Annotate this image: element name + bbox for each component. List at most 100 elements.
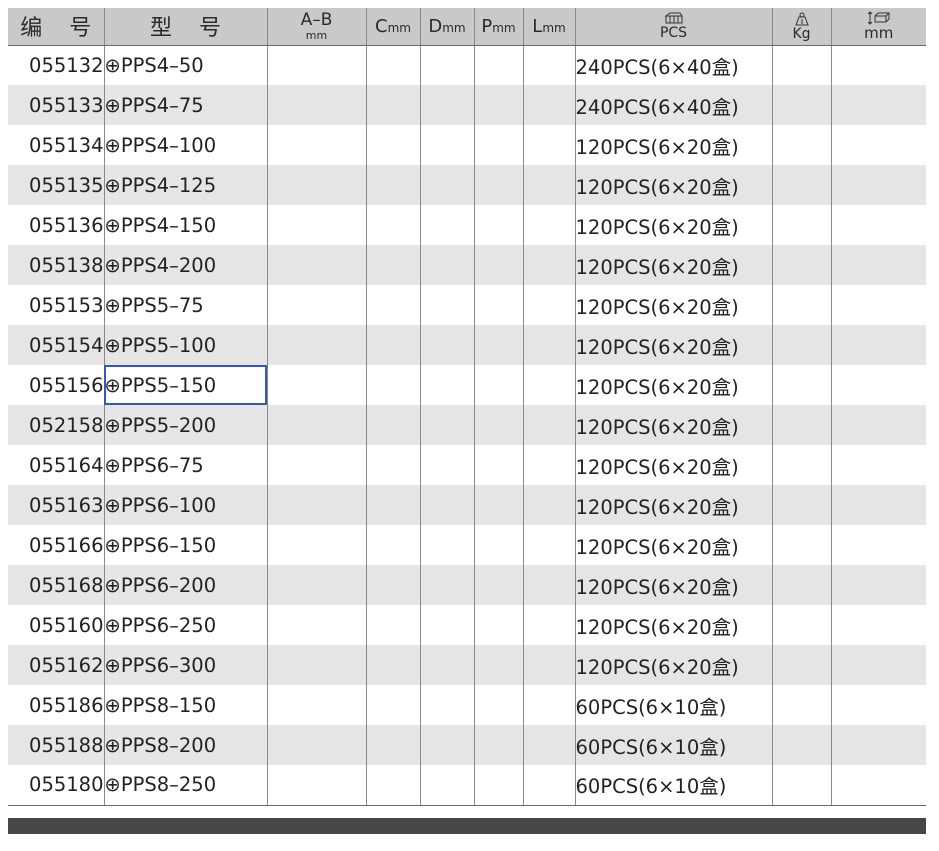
weight-cell[interactable] xyxy=(771,285,832,325)
c-dimension-cell[interactable] xyxy=(365,725,421,765)
ab-cell[interactable] xyxy=(266,565,367,605)
weight-cell[interactable] xyxy=(771,205,832,245)
d-dimension-cell[interactable] xyxy=(419,605,475,645)
d-dimension-cell[interactable] xyxy=(419,765,475,806)
model-cell[interactable]: ⊕PPS4–125 xyxy=(103,165,268,205)
ab-cell[interactable] xyxy=(266,325,367,365)
table-row[interactable]: 055135 ⊕PPS4–125 120PCS(6×20盒) xyxy=(8,165,926,205)
weight-cell[interactable] xyxy=(771,325,832,365)
c-dimension-cell[interactable] xyxy=(365,565,421,605)
l-dimension-cell[interactable] xyxy=(522,725,576,765)
d-dimension-cell[interactable] xyxy=(419,165,475,205)
packing-cell[interactable]: 120PCS(6×20盒) xyxy=(574,485,773,525)
weight-cell[interactable] xyxy=(771,405,832,445)
ab-cell[interactable] xyxy=(266,85,367,125)
product-code-cell[interactable]: 055138 xyxy=(8,245,105,285)
carton-size-cell[interactable] xyxy=(830,85,926,125)
l-dimension-cell[interactable] xyxy=(522,365,576,405)
c-dimension-cell[interactable] xyxy=(365,765,421,806)
d-dimension-cell[interactable] xyxy=(419,365,475,405)
product-code-cell[interactable]: 055160 xyxy=(8,605,105,645)
d-dimension-cell[interactable] xyxy=(419,125,475,165)
packing-cell[interactable]: 120PCS(6×20盒) xyxy=(574,605,773,645)
table-row[interactable]: 055136 ⊕PPS4–150 120PCS(6×20盒) xyxy=(8,205,926,245)
model-cell[interactable]: ⊕PPS4–100 xyxy=(103,125,268,165)
weight-cell[interactable] xyxy=(771,445,832,485)
d-dimension-cell[interactable] xyxy=(419,525,475,565)
header-ab[interactable]: A–B mm xyxy=(266,8,367,46)
carton-size-cell[interactable] xyxy=(830,125,926,165)
p-dimension-cell[interactable] xyxy=(473,205,524,245)
weight-cell[interactable] xyxy=(771,485,832,525)
p-dimension-cell[interactable] xyxy=(473,405,524,445)
c-dimension-cell[interactable] xyxy=(365,85,421,125)
product-code-cell[interactable]: 055156 xyxy=(8,365,105,405)
ab-cell[interactable] xyxy=(266,245,367,285)
header-code[interactable]: 编 号 xyxy=(8,8,105,46)
table-row[interactable]: 055180 ⊕PPS8–250 60PCS(6×10盒) xyxy=(8,765,926,806)
p-dimension-cell[interactable] xyxy=(473,605,524,645)
header-p[interactable]: Pmm xyxy=(473,8,524,46)
weight-cell[interactable] xyxy=(771,685,832,725)
carton-size-cell[interactable] xyxy=(830,725,926,765)
l-dimension-cell[interactable] xyxy=(522,565,576,605)
ab-cell[interactable] xyxy=(266,445,367,485)
model-cell[interactable]: ⊕PPS4–150 xyxy=(103,205,268,245)
model-cell[interactable]: ⊕PPS6–100 xyxy=(103,485,268,525)
ab-cell[interactable] xyxy=(266,285,367,325)
packing-cell[interactable]: 240PCS(6×40盒) xyxy=(574,45,773,85)
carton-size-cell[interactable] xyxy=(830,285,926,325)
p-dimension-cell[interactable] xyxy=(473,485,524,525)
weight-cell[interactable] xyxy=(771,365,832,405)
p-dimension-cell[interactable] xyxy=(473,245,524,285)
c-dimension-cell[interactable] xyxy=(365,485,421,525)
d-dimension-cell[interactable] xyxy=(419,45,475,85)
c-dimension-cell[interactable] xyxy=(365,525,421,565)
l-dimension-cell[interactable] xyxy=(522,525,576,565)
carton-size-cell[interactable] xyxy=(830,565,926,605)
c-dimension-cell[interactable] xyxy=(365,45,421,85)
table-row[interactable]: 052158 ⊕PPS5–200 120PCS(6×20盒) xyxy=(8,405,926,445)
d-dimension-cell[interactable] xyxy=(419,565,475,605)
ab-cell[interactable] xyxy=(266,645,367,685)
packing-cell[interactable]: 60PCS(6×10盒) xyxy=(574,725,773,765)
l-dimension-cell[interactable] xyxy=(522,245,576,285)
weight-cell[interactable] xyxy=(771,525,832,565)
product-code-cell[interactable]: 055164 xyxy=(8,445,105,485)
carton-size-cell[interactable] xyxy=(830,605,926,645)
packing-cell[interactable]: 120PCS(6×20盒) xyxy=(574,285,773,325)
table-row[interactable]: 055164 ⊕PPS6–75 120PCS(6×20盒) xyxy=(8,445,926,485)
table-row[interactable]: 055138 ⊕PPS4–200 120PCS(6×20盒) xyxy=(8,245,926,285)
weight-cell[interactable] xyxy=(771,765,832,806)
ab-cell[interactable] xyxy=(266,725,367,765)
model-cell[interactable]: ⊕PPS4–50 xyxy=(103,45,268,85)
product-code-cell[interactable]: 055154 xyxy=(8,325,105,365)
model-cell[interactable]: ⊕PPS4–75 xyxy=(103,85,268,125)
carton-size-cell[interactable] xyxy=(830,685,926,725)
product-code-cell[interactable]: 055163 xyxy=(8,485,105,525)
carton-size-cell[interactable] xyxy=(830,645,926,685)
ab-cell[interactable] xyxy=(266,685,367,725)
l-dimension-cell[interactable] xyxy=(522,165,576,205)
model-cell-selected[interactable]: ⊕PPS5–150 xyxy=(103,365,268,405)
product-code-cell[interactable]: 055166 xyxy=(8,525,105,565)
c-dimension-cell[interactable] xyxy=(365,245,421,285)
product-code-cell[interactable]: 055180 xyxy=(8,765,105,806)
weight-cell[interactable] xyxy=(771,245,832,285)
packing-cell[interactable]: 120PCS(6×20盒) xyxy=(574,325,773,365)
carton-size-cell[interactable] xyxy=(830,405,926,445)
p-dimension-cell[interactable] xyxy=(473,325,524,365)
packing-cell[interactable]: 120PCS(6×20盒) xyxy=(574,365,773,405)
p-dimension-cell[interactable] xyxy=(473,85,524,125)
l-dimension-cell[interactable] xyxy=(522,605,576,645)
carton-size-cell[interactable] xyxy=(830,445,926,485)
d-dimension-cell[interactable] xyxy=(419,645,475,685)
table-row[interactable]: 055168 ⊕PPS6–200 120PCS(6×20盒) xyxy=(8,565,926,605)
table-row[interactable]: 055188 ⊕PPS8–200 60PCS(6×10盒) xyxy=(8,725,926,765)
model-cell[interactable]: ⊕PPS8–250 xyxy=(103,765,268,806)
table-row[interactable]: 055154 ⊕PPS5–100 120PCS(6×20盒) xyxy=(8,325,926,365)
l-dimension-cell[interactable] xyxy=(522,645,576,685)
table-row[interactable]: 055166 ⊕PPS6–150 120PCS(6×20盒) xyxy=(8,525,926,565)
weight-cell[interactable] xyxy=(771,85,832,125)
packing-cell[interactable]: 120PCS(6×20盒) xyxy=(574,645,773,685)
